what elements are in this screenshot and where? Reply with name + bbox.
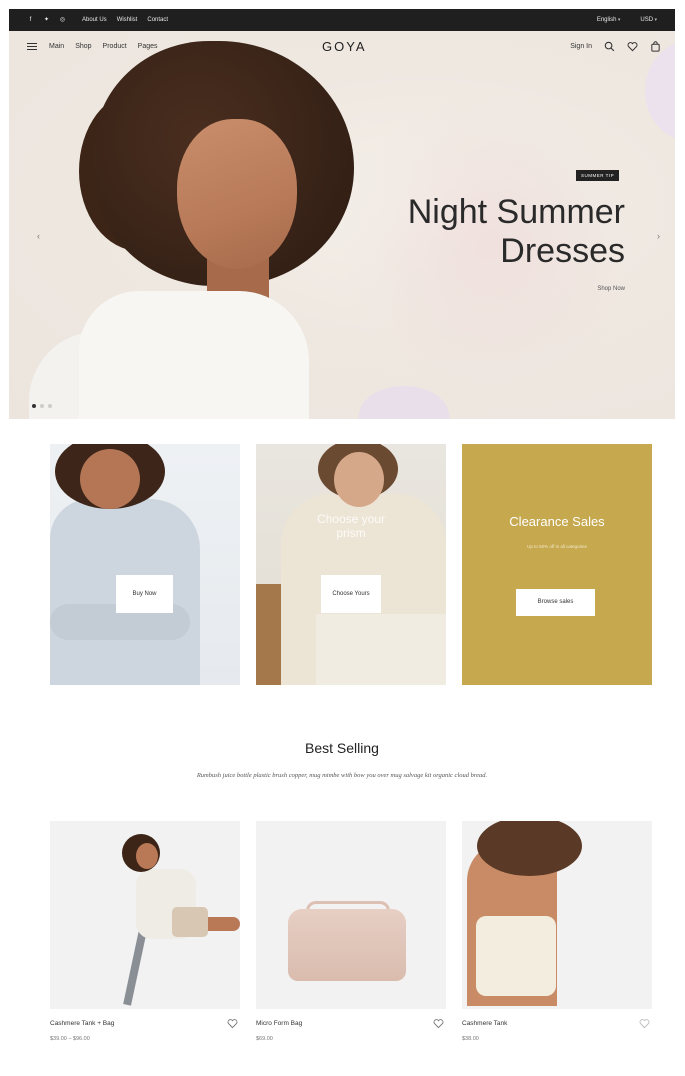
nav-item-main[interactable]: Main	[49, 43, 64, 50]
hero-title-line: Night Summer	[407, 193, 625, 231]
promo-card[interactable]: Buy Now	[50, 444, 240, 685]
main-menu: Main Shop Product Pages	[49, 43, 158, 50]
product-card[interactable]: Cashmere Tank + Bag $39.00 – $96.00	[50, 821, 240, 1042]
product-image[interactable]	[256, 821, 446, 1009]
pinterest-icon[interactable]: ◎	[59, 17, 66, 24]
hero-backdrop-accent	[359, 386, 449, 419]
product-card[interactable]: Cashmere Tank $38.00	[462, 821, 652, 1042]
language-select[interactable]: English	[597, 17, 621, 23]
product-model-face	[136, 843, 158, 869]
section-subtitle: Rumbush juice bottle plastic brush coppe…	[196, 772, 488, 779]
promo-title: Clearance Sales	[509, 514, 605, 529]
heart-icon[interactable]	[627, 41, 638, 52]
product-price: $38.00	[462, 1036, 479, 1042]
slider-dots	[32, 404, 52, 408]
hero-model-shirt	[79, 291, 309, 419]
promo-model-face	[334, 452, 384, 507]
promo-model-pants	[316, 614, 446, 685]
section-title: Best Selling	[305, 740, 379, 756]
search-icon[interactable]	[604, 41, 615, 52]
prev-arrow-icon[interactable]: ‹	[37, 231, 40, 241]
hamburger-menu-icon[interactable]	[27, 42, 37, 50]
promo-card[interactable]: Choose your prism Choose Yours	[256, 444, 446, 685]
top-link-wishlist[interactable]: Wishlist	[117, 17, 138, 23]
product-name[interactable]: Micro Form Bag	[256, 1020, 302, 1027]
slider-dot[interactable]	[48, 404, 52, 408]
product-name[interactable]: Cashmere Tank + Bag	[50, 1020, 114, 1027]
cart-icon[interactable]	[650, 40, 661, 52]
hero-title-line: Dresses	[500, 232, 625, 270]
product-model-top	[476, 916, 556, 996]
wishlist-heart-icon[interactable]	[433, 1018, 444, 1029]
main-header: Main Shop Product Pages GOYA Sign In	[9, 31, 675, 61]
hero-slider: SUMMER TIP Night Summer Dresses Shop Now…	[9, 31, 675, 419]
product-image[interactable]	[462, 821, 652, 1009]
promo-overlay-text: Choose your prism	[316, 512, 386, 540]
product-bag	[172, 907, 208, 937]
slider-dot[interactable]	[32, 404, 36, 408]
top-link-about[interactable]: About Us	[82, 17, 107, 23]
top-links: About Us Wishlist Contact	[82, 17, 168, 23]
product-price: $39.00 – $96.00	[50, 1036, 90, 1042]
currency-select[interactable]: USD	[640, 17, 657, 23]
product-image[interactable]	[50, 821, 240, 1009]
product-card[interactable]: Micro Form Bag $69.00	[256, 821, 446, 1042]
hero-model-face	[177, 119, 297, 269]
wishlist-heart-icon[interactable]	[639, 1018, 650, 1029]
next-arrow-icon[interactable]: ›	[657, 231, 660, 241]
buy-now-button[interactable]: Buy Now	[116, 575, 173, 613]
nav-item-pages[interactable]: Pages	[138, 43, 158, 50]
choose-yours-button[interactable]: Choose Yours	[321, 575, 381, 613]
promo-card-clearance[interactable]: Clearance Sales Up to 50% off in all cat…	[462, 444, 652, 685]
sign-in-link[interactable]: Sign In	[570, 43, 592, 50]
wishlist-heart-icon[interactable]	[227, 1018, 238, 1029]
hero-shop-now-link[interactable]: Shop Now	[597, 286, 625, 292]
top-link-contact[interactable]: Contact	[147, 17, 168, 23]
facebook-icon[interactable]: f	[27, 17, 34, 24]
top-bar: f ✦ ◎ About Us Wishlist Contact English …	[9, 9, 675, 31]
product-model-hair	[477, 821, 582, 876]
promo-subtitle: Up to 50% off in all categories	[527, 544, 587, 549]
page: f ✦ ◎ About Us Wishlist Contact English …	[9, 9, 675, 1076]
product-bag	[288, 909, 406, 981]
twitter-icon[interactable]: ✦	[43, 17, 50, 24]
hero-badge: SUMMER TIP	[576, 170, 620, 181]
promo-model-face	[80, 449, 140, 509]
nav-item-product[interactable]: Product	[103, 43, 127, 50]
social-links: f ✦ ◎	[27, 17, 66, 24]
hero-title: Night Summer Dresses	[408, 193, 625, 271]
header-actions: Sign In	[570, 40, 661, 52]
product-name[interactable]: Cashmere Tank	[462, 1020, 507, 1027]
top-selectors: English USD	[597, 17, 657, 23]
nav-item-shop[interactable]: Shop	[75, 43, 91, 50]
slider-dot[interactable]	[40, 404, 44, 408]
product-price: $69.00	[256, 1036, 273, 1042]
browse-sales-button[interactable]: Browse sales	[516, 589, 595, 616]
site-logo[interactable]: GOYA	[322, 39, 367, 54]
